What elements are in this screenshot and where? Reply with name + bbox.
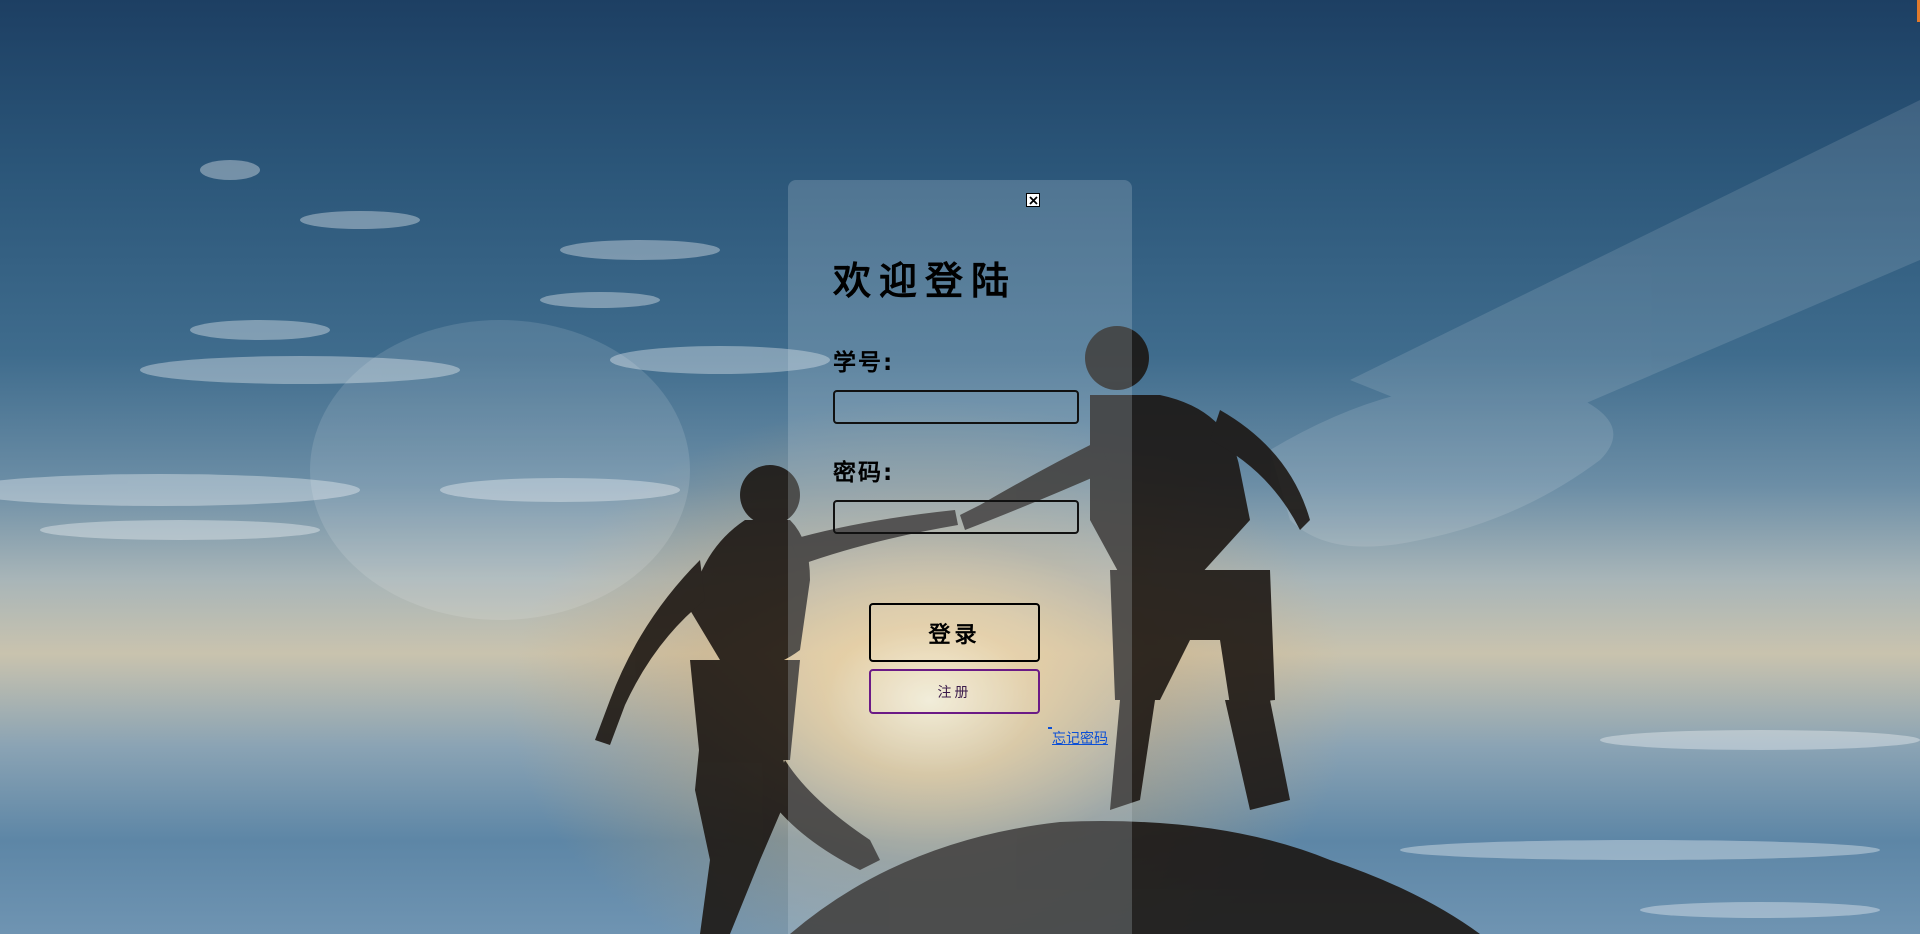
close-icon bbox=[1028, 195, 1038, 205]
student-id-label: 学号: bbox=[833, 350, 895, 376]
page-title: 欢迎登陆 bbox=[833, 259, 1018, 303]
close-button[interactable] bbox=[1026, 193, 1040, 207]
password-input[interactable] bbox=[833, 500, 1079, 534]
student-id-input[interactable] bbox=[833, 390, 1079, 424]
login-page: 欢迎登陆 学号: 密码: 登录 注册 忘记密码 bbox=[0, 0, 1920, 934]
register-button[interactable]: 注册 bbox=[869, 669, 1040, 714]
forgot-password-link[interactable]: 忘记密码 bbox=[1052, 728, 1108, 748]
login-button[interactable]: 登录 bbox=[869, 603, 1040, 662]
password-label: 密码: bbox=[833, 460, 895, 486]
